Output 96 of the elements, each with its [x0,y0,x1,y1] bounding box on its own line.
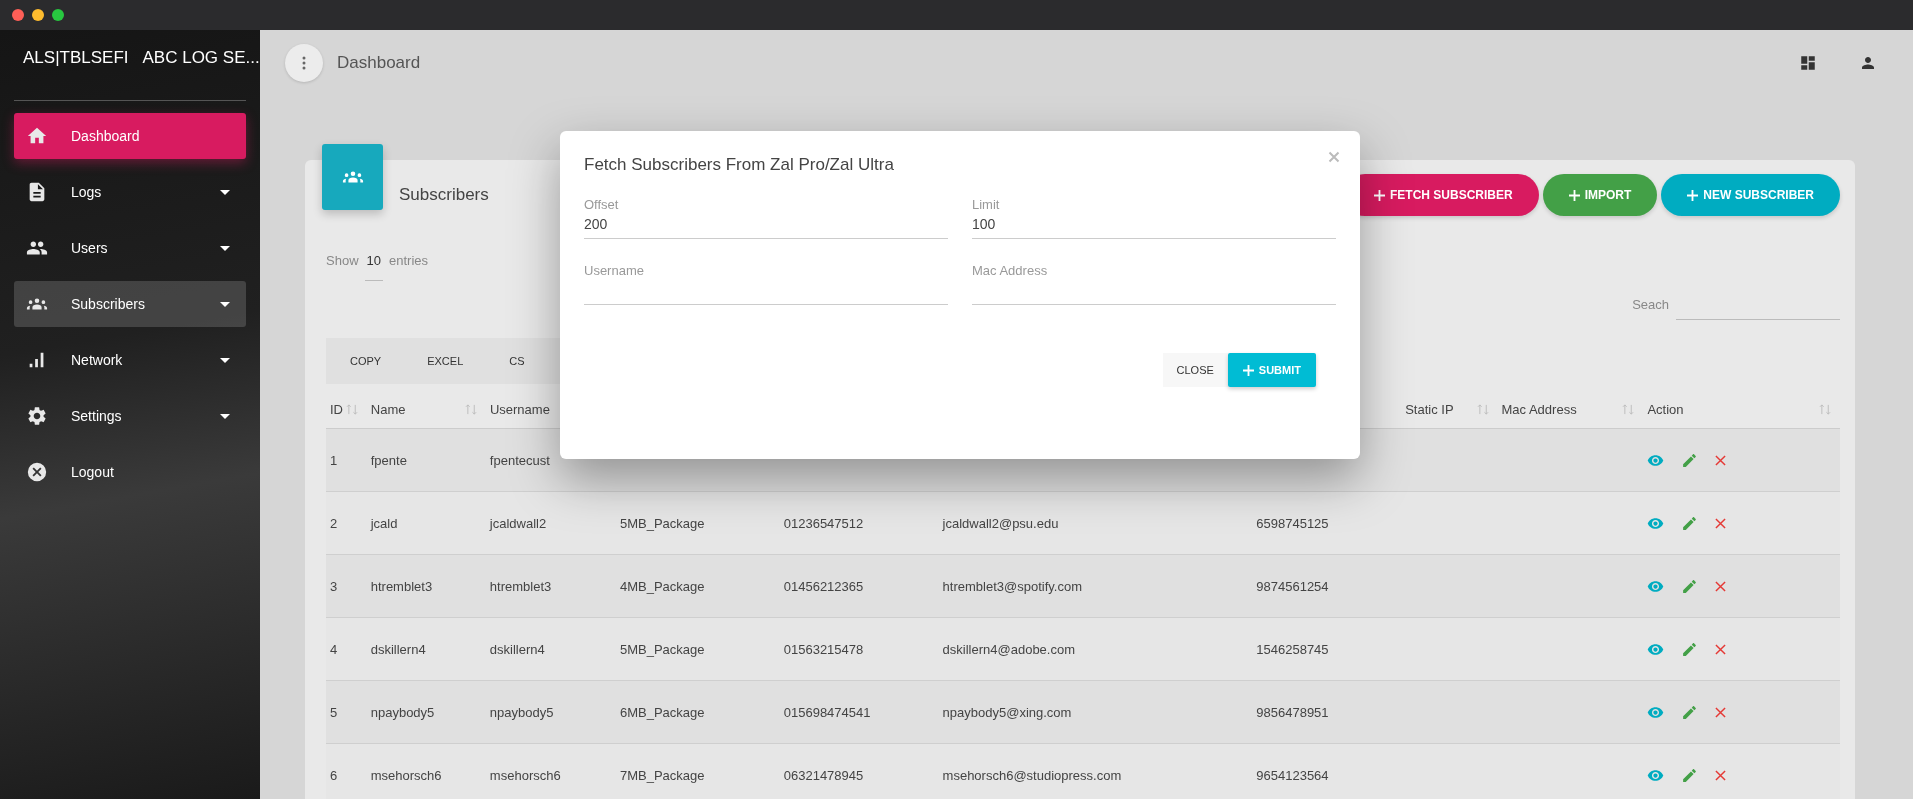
table-cell: 4MB_Package [619,578,705,594]
dialog-title: Fetch Subscribers From Zal Pro/Zal Ultra [584,155,894,175]
delete-icon[interactable] [1715,643,1727,655]
table-cell: dskillern4 [370,641,426,657]
table-cell: 1 [330,452,338,468]
column-header[interactable]: Name [370,401,406,417]
table-cell: msehorsch6 [370,767,442,783]
table-cell: 6598745125 [1256,515,1329,531]
plus-icon [1374,189,1385,201]
table-cell: 9856478951 [1256,704,1329,720]
table-cell: 1546258745 [1256,641,1329,657]
edit-icon[interactable] [1681,451,1699,469]
column-header[interactable]: ID [330,401,343,417]
edit-icon[interactable] [1681,514,1699,532]
table-cell: 4 [330,641,338,657]
user-icon[interactable] [1859,54,1877,72]
delete-icon[interactable] [1715,769,1727,781]
table-cell: 01456212365 [783,578,864,594]
table-cell: htremblet3 [489,578,552,594]
brand-logo-text[interactable]: ALS|TBLSEFI [23,48,129,100]
table-cell: 06321478945 [783,767,864,783]
table-cell: 5MB_Package [619,641,705,657]
table-cell: 7MB_Package [619,767,705,783]
close-icon[interactable] [1328,151,1340,163]
column-header[interactable]: Username [489,401,550,417]
table-cell: 5MB_Package [619,515,705,531]
sort-icon[interactable] [1819,403,1832,415]
brand-name[interactable]: ABC LOG SE... [142,48,260,100]
table-cell: 9874561254 [1256,578,1329,594]
export-button[interactable]: EXCEL [407,347,484,375]
plus-icon [1568,189,1580,201]
entries-label: entries [389,253,429,268]
export-button[interactable]: COPY [330,347,402,375]
close-button[interactable]: CLOSE [1162,353,1228,387]
edit-icon[interactable] [1681,703,1699,721]
table-cell: msehorsch6 [489,767,561,783]
minimize-window-button[interactable] [32,9,44,21]
sidebar-item[interactable]: Logout [14,449,246,495]
table-cell: 3 [330,578,338,594]
sort-icon[interactable] [1622,403,1636,415]
search-label: Seach [1632,297,1669,312]
more-vertical-icon [302,56,306,70]
table-cell: 9654123564 [1256,767,1329,783]
sort-icon[interactable] [464,403,478,415]
edit-icon[interactable] [1681,577,1699,595]
delete-icon[interactable] [1715,517,1727,529]
card-title: Subscribers [399,185,489,205]
table-cell: dskillern4@adobe.com [942,641,1075,657]
plus-icon [1687,189,1699,201]
table-cell: jcaldwall2@psu.edu [942,515,1059,531]
entries-select[interactable]: 10 [364,253,383,281]
export-button[interactable]: CS [489,347,545,375]
sidebar-item[interactable]: Subscribers [14,281,246,327]
dashboard-icon[interactable] [1799,54,1817,72]
edit-icon[interactable] [1681,640,1699,658]
table-cell: 6 [330,767,338,783]
delete-icon[interactable] [1715,706,1727,718]
table-cell: dskillern4 [489,641,545,657]
column-header[interactable]: Action [1647,401,1684,417]
page-title: Dashboard [337,53,421,73]
column-header[interactable]: Mac Address [1501,401,1577,417]
more-button[interactable] [285,44,323,82]
delete-icon[interactable] [1715,454,1727,466]
sidebar-item[interactable]: Logs [14,169,246,215]
sidebar-item[interactable]: Dashboard [14,113,246,159]
maximize-window-button[interactable] [52,9,64,21]
table-cell: fpentecust [489,452,550,468]
table-cell: htremblet3@spotify.com [942,578,1082,594]
table-cell: 015698474541 [783,704,871,720]
table-cell: jcald [370,515,398,531]
sidebar-item[interactable]: Settings [14,393,246,439]
sort-icon[interactable] [345,403,359,415]
table-cell: 5 [330,704,338,720]
table-cell: 6MB_Package [619,704,705,720]
sort-icon[interactable] [1476,403,1490,415]
table-cell: msehorsch6@studiopress.com [942,767,1122,783]
table-cell: 2 [330,515,338,531]
show-label: Show [326,253,359,268]
delete-icon[interactable] [1715,580,1727,592]
table-cell: 01236547512 [783,515,864,531]
settings-icon [26,405,48,427]
table-cell: fpente [370,452,407,468]
table-cell: 01563215478 [783,641,864,657]
table-cell: npaybody5@xing.com [942,704,1072,720]
input-field[interactable]: Offset 200 [584,197,948,239]
close-window-button[interactable] [12,9,24,21]
sidebar-item[interactable]: Users [14,225,246,271]
table-cell: htremblet3 [370,578,433,594]
plus-icon [1242,364,1254,376]
table-cell: jcaldwall2 [489,515,547,531]
table-cell: npaybody5 [370,704,435,720]
table-cell: npaybody5 [489,704,554,720]
sidebar-item[interactable]: Network [14,337,246,383]
column-header[interactable]: Static IP [1405,401,1454,417]
edit-icon[interactable] [1681,766,1699,784]
input-field[interactable]: Limit 100 [972,197,1336,239]
